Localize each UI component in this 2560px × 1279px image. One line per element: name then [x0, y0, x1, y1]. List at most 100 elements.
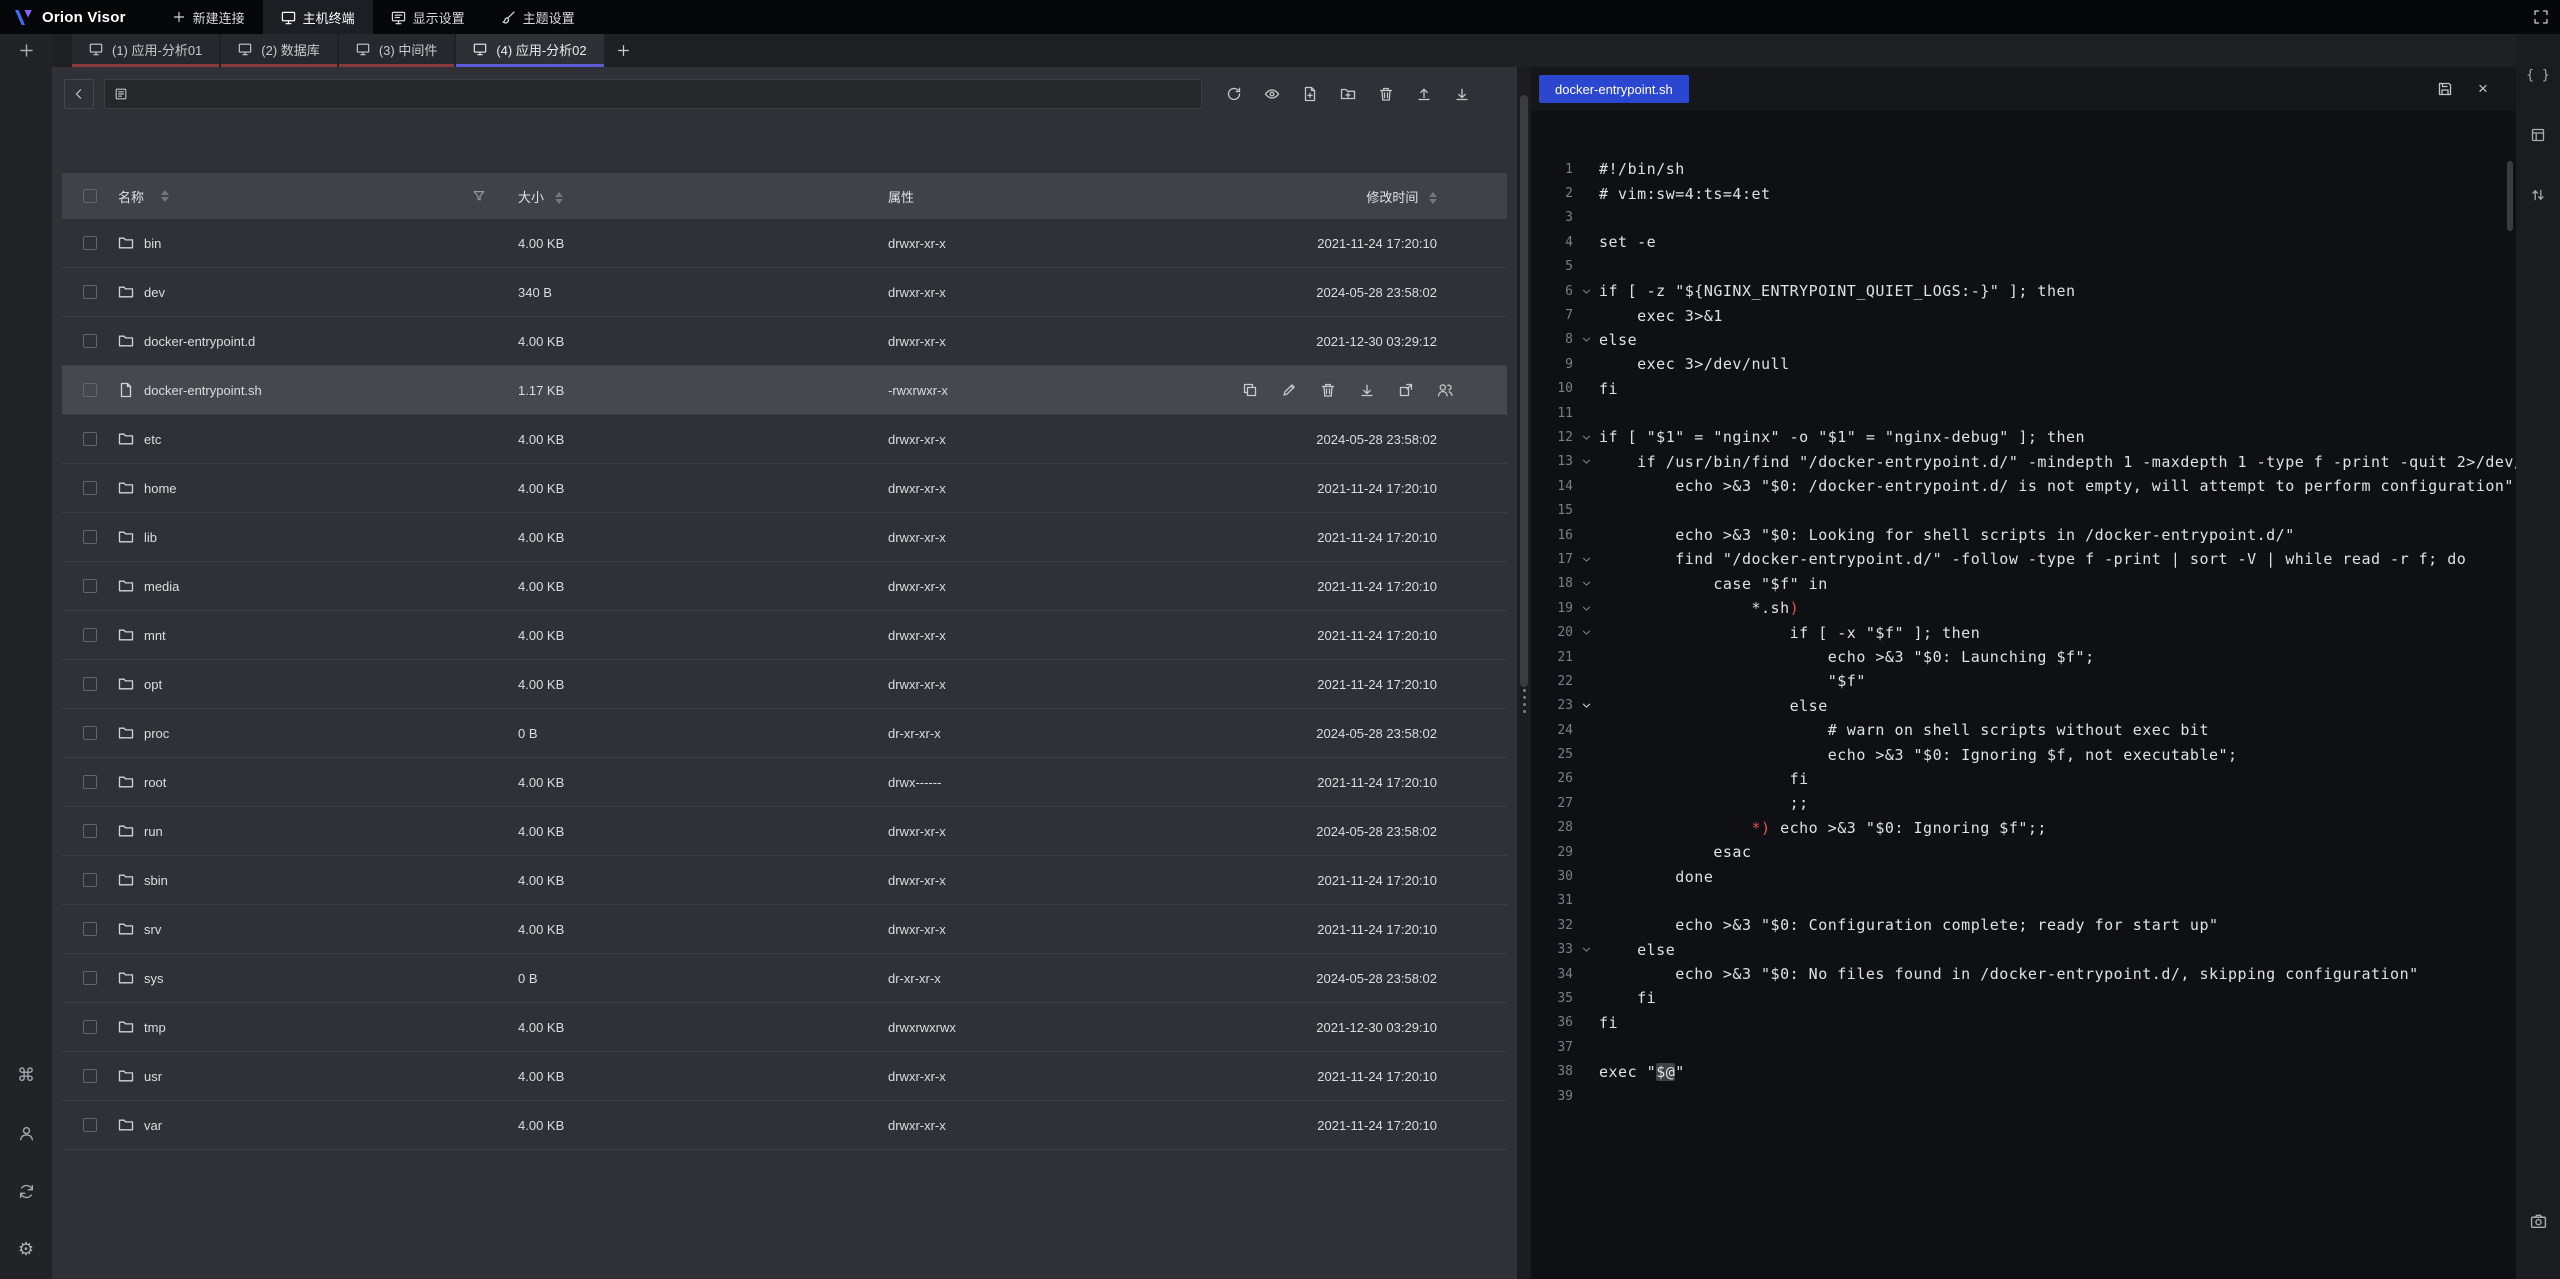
resize-grip[interactable] — [1517, 689, 1531, 713]
panel-divider[interactable] — [1517, 67, 1531, 1279]
table-row-usr[interactable]: usr4.00 KBdrwxr-xr-x2021-11-24 17:20:10 — [62, 1052, 1507, 1101]
table-row-home[interactable]: home4.00 KBdrwxr-xr-x2021-11-24 17:20:10 — [62, 464, 1507, 513]
table-row-dev[interactable]: dev340 Bdrwxr-xr-x2024-05-28 23:58:02 — [62, 268, 1507, 317]
path-input[interactable] — [104, 79, 1202, 109]
download-button[interactable] — [1359, 382, 1375, 398]
fold-chevron-icon[interactable] — [1573, 432, 1599, 443]
table-row-docker-entrypoint.sh[interactable]: docker-entrypoint.sh1.17 KB-rwxrwxr-x — [62, 366, 1507, 415]
row-checkbox[interactable] — [83, 628, 97, 642]
column-header-size[interactable]: 大小 — [518, 187, 888, 206]
delete-button[interactable] — [1372, 80, 1400, 108]
editor-file-tab[interactable]: docker-entrypoint.sh — [1539, 75, 1689, 103]
menu-display-settings[interactable]: 显示设置 — [373, 0, 483, 34]
file-attr: drwxr-xr-x — [888, 481, 1218, 496]
preview-button[interactable] — [1258, 80, 1286, 108]
row-checkbox[interactable] — [83, 971, 97, 985]
table-row-bin[interactable]: bin4.00 KBdrwxr-xr-x2021-11-24 17:20:10 — [62, 219, 1507, 268]
row-checkbox[interactable] — [83, 922, 97, 936]
move-button[interactable] — [1398, 382, 1414, 398]
fold-chevron-icon[interactable] — [1573, 627, 1599, 638]
sort-icon[interactable] — [555, 192, 563, 204]
user-button[interactable] — [12, 1119, 40, 1147]
fold-chevron-icon[interactable] — [1573, 700, 1599, 711]
row-checkbox[interactable] — [83, 285, 97, 299]
fold-chevron-icon[interactable] — [1573, 456, 1599, 467]
add-connection-button[interactable] — [12, 37, 40, 65]
row-checkbox[interactable] — [83, 726, 97, 740]
table-row-mnt[interactable]: mnt4.00 KBdrwxr-xr-x2021-11-24 17:20:10 — [62, 611, 1507, 660]
row-checkbox[interactable] — [83, 236, 97, 250]
editor-scrollbar[interactable] — [2507, 161, 2513, 231]
fold-chevron-icon[interactable] — [1573, 286, 1599, 297]
screenshot-button[interactable] — [2524, 1207, 2552, 1235]
permission-button[interactable] — [1437, 382, 1453, 398]
row-checkbox[interactable] — [83, 579, 97, 593]
table-row-docker-entrypoint.d[interactable]: docker-entrypoint.d4.00 KBdrwxr-xr-x2021… — [62, 317, 1507, 366]
command-shortcut-button[interactable]: ⌘ — [12, 1061, 40, 1089]
fold-chevron-icon[interactable] — [1573, 578, 1599, 589]
sort-icon[interactable] — [161, 190, 169, 202]
menu-theme-settings[interactable]: 主题设置 — [483, 0, 593, 34]
new-tab-button[interactable] — [606, 34, 642, 67]
row-checkbox[interactable] — [83, 775, 97, 789]
menu-host-terminal[interactable]: 主机终端 — [263, 0, 373, 34]
new-file-button[interactable] — [1296, 80, 1324, 108]
fold-chevron-icon[interactable] — [1573, 944, 1599, 955]
column-header-name[interactable]: 名称 — [118, 187, 518, 206]
table-row-sys[interactable]: sys0 Bdr-xr-xr-x2024-05-28 23:58:02 — [62, 954, 1507, 1003]
code-editor[interactable]: 1#!/bin/sh2# vim:sw=4:ts=4:et34set -e56i… — [1531, 111, 2516, 1279]
edit-button[interactable] — [1281, 382, 1297, 398]
row-checkbox[interactable] — [83, 824, 97, 838]
back-button[interactable] — [64, 79, 94, 109]
close-editor-button[interactable]: × — [2470, 76, 2496, 102]
row-checkbox[interactable] — [83, 383, 97, 397]
terminal-tab-4[interactable]: (4) 应用-分析02 — [456, 34, 603, 67]
transfer-panel-button[interactable] — [2524, 121, 2552, 149]
table-row-run[interactable]: run4.00 KBdrwxr-xr-x2024-05-28 23:58:02 — [62, 807, 1507, 856]
file-name: home — [144, 481, 177, 496]
table-row-tmp[interactable]: tmp4.00 KBdrwxrwxrwx2021-12-30 03:29:10 — [62, 1003, 1507, 1052]
select-all-checkbox[interactable] — [83, 189, 97, 203]
save-button[interactable] — [2432, 76, 2458, 102]
table-row-proc[interactable]: proc0 Bdr-xr-xr-x2024-05-28 23:58:02 — [62, 709, 1507, 758]
sync-button[interactable] — [12, 1177, 40, 1205]
column-header-mtime[interactable]: 修改时间 — [1218, 187, 1507, 206]
row-checkbox[interactable] — [83, 1069, 97, 1083]
new-folder-button[interactable] — [1334, 80, 1362, 108]
row-checkbox[interactable] — [83, 1020, 97, 1034]
row-checkbox[interactable] — [83, 530, 97, 544]
row-checkbox[interactable] — [83, 481, 97, 495]
table-row-etc[interactable]: etc4.00 KBdrwxr-xr-x2024-05-28 23:58:02 — [62, 415, 1507, 464]
row-checkbox[interactable] — [83, 432, 97, 446]
settings-button[interactable]: ⚙ — [12, 1235, 40, 1263]
row-checkbox[interactable] — [83, 873, 97, 887]
table-row-media[interactable]: media4.00 KBdrwxr-xr-x2021-11-24 17:20:1… — [62, 562, 1507, 611]
fold-chevron-icon[interactable] — [1573, 554, 1599, 565]
upload-button[interactable] — [1410, 80, 1438, 108]
sort-icon[interactable] — [1429, 192, 1437, 204]
fold-chevron-icon[interactable] — [1573, 334, 1599, 345]
delete-button[interactable] — [1320, 382, 1336, 398]
row-checkbox[interactable] — [83, 334, 97, 348]
table-row-sbin[interactable]: sbin4.00 KBdrwxr-xr-x2021-11-24 17:20:10 — [62, 856, 1507, 905]
refresh-button[interactable] — [1220, 80, 1248, 108]
fullscreen-button[interactable] — [2522, 0, 2560, 34]
terminal-tab-2[interactable]: (2) 数据库 — [221, 34, 337, 67]
table-row-root[interactable]: root4.00 KBdrwx------2021-11-24 17:20:10 — [62, 758, 1507, 807]
table-row-var[interactable]: var4.00 KBdrwxr-xr-x2021-11-24 17:20:10 — [62, 1101, 1507, 1150]
table-row-opt[interactable]: opt4.00 KBdrwxr-xr-x2021-11-24 17:20:10 — [62, 660, 1507, 709]
row-checkbox[interactable] — [83, 1118, 97, 1132]
table-row-lib[interactable]: lib4.00 KBdrwxr-xr-x2021-11-24 17:20:10 — [62, 513, 1507, 562]
terminal-tab-1[interactable]: (1) 应用-分析01 — [72, 34, 219, 67]
fold-chevron-icon[interactable] — [1573, 603, 1599, 614]
filter-icon[interactable] — [472, 189, 486, 203]
send-commands-button[interactable] — [2524, 181, 2552, 209]
snippets-button[interactable]: { } — [2524, 61, 2552, 89]
menu-new-connection[interactable]: 新建连接 — [154, 0, 263, 34]
table-row-srv[interactable]: srv4.00 KBdrwxr-xr-x2021-11-24 17:20:10 — [62, 905, 1507, 954]
scrollbar-thumb[interactable] — [1520, 95, 1528, 687]
row-checkbox[interactable] — [83, 677, 97, 691]
terminal-tab-3[interactable]: (3) 中间件 — [339, 34, 455, 67]
copy-path-button[interactable] — [1242, 382, 1258, 398]
download-button[interactable] — [1448, 80, 1476, 108]
